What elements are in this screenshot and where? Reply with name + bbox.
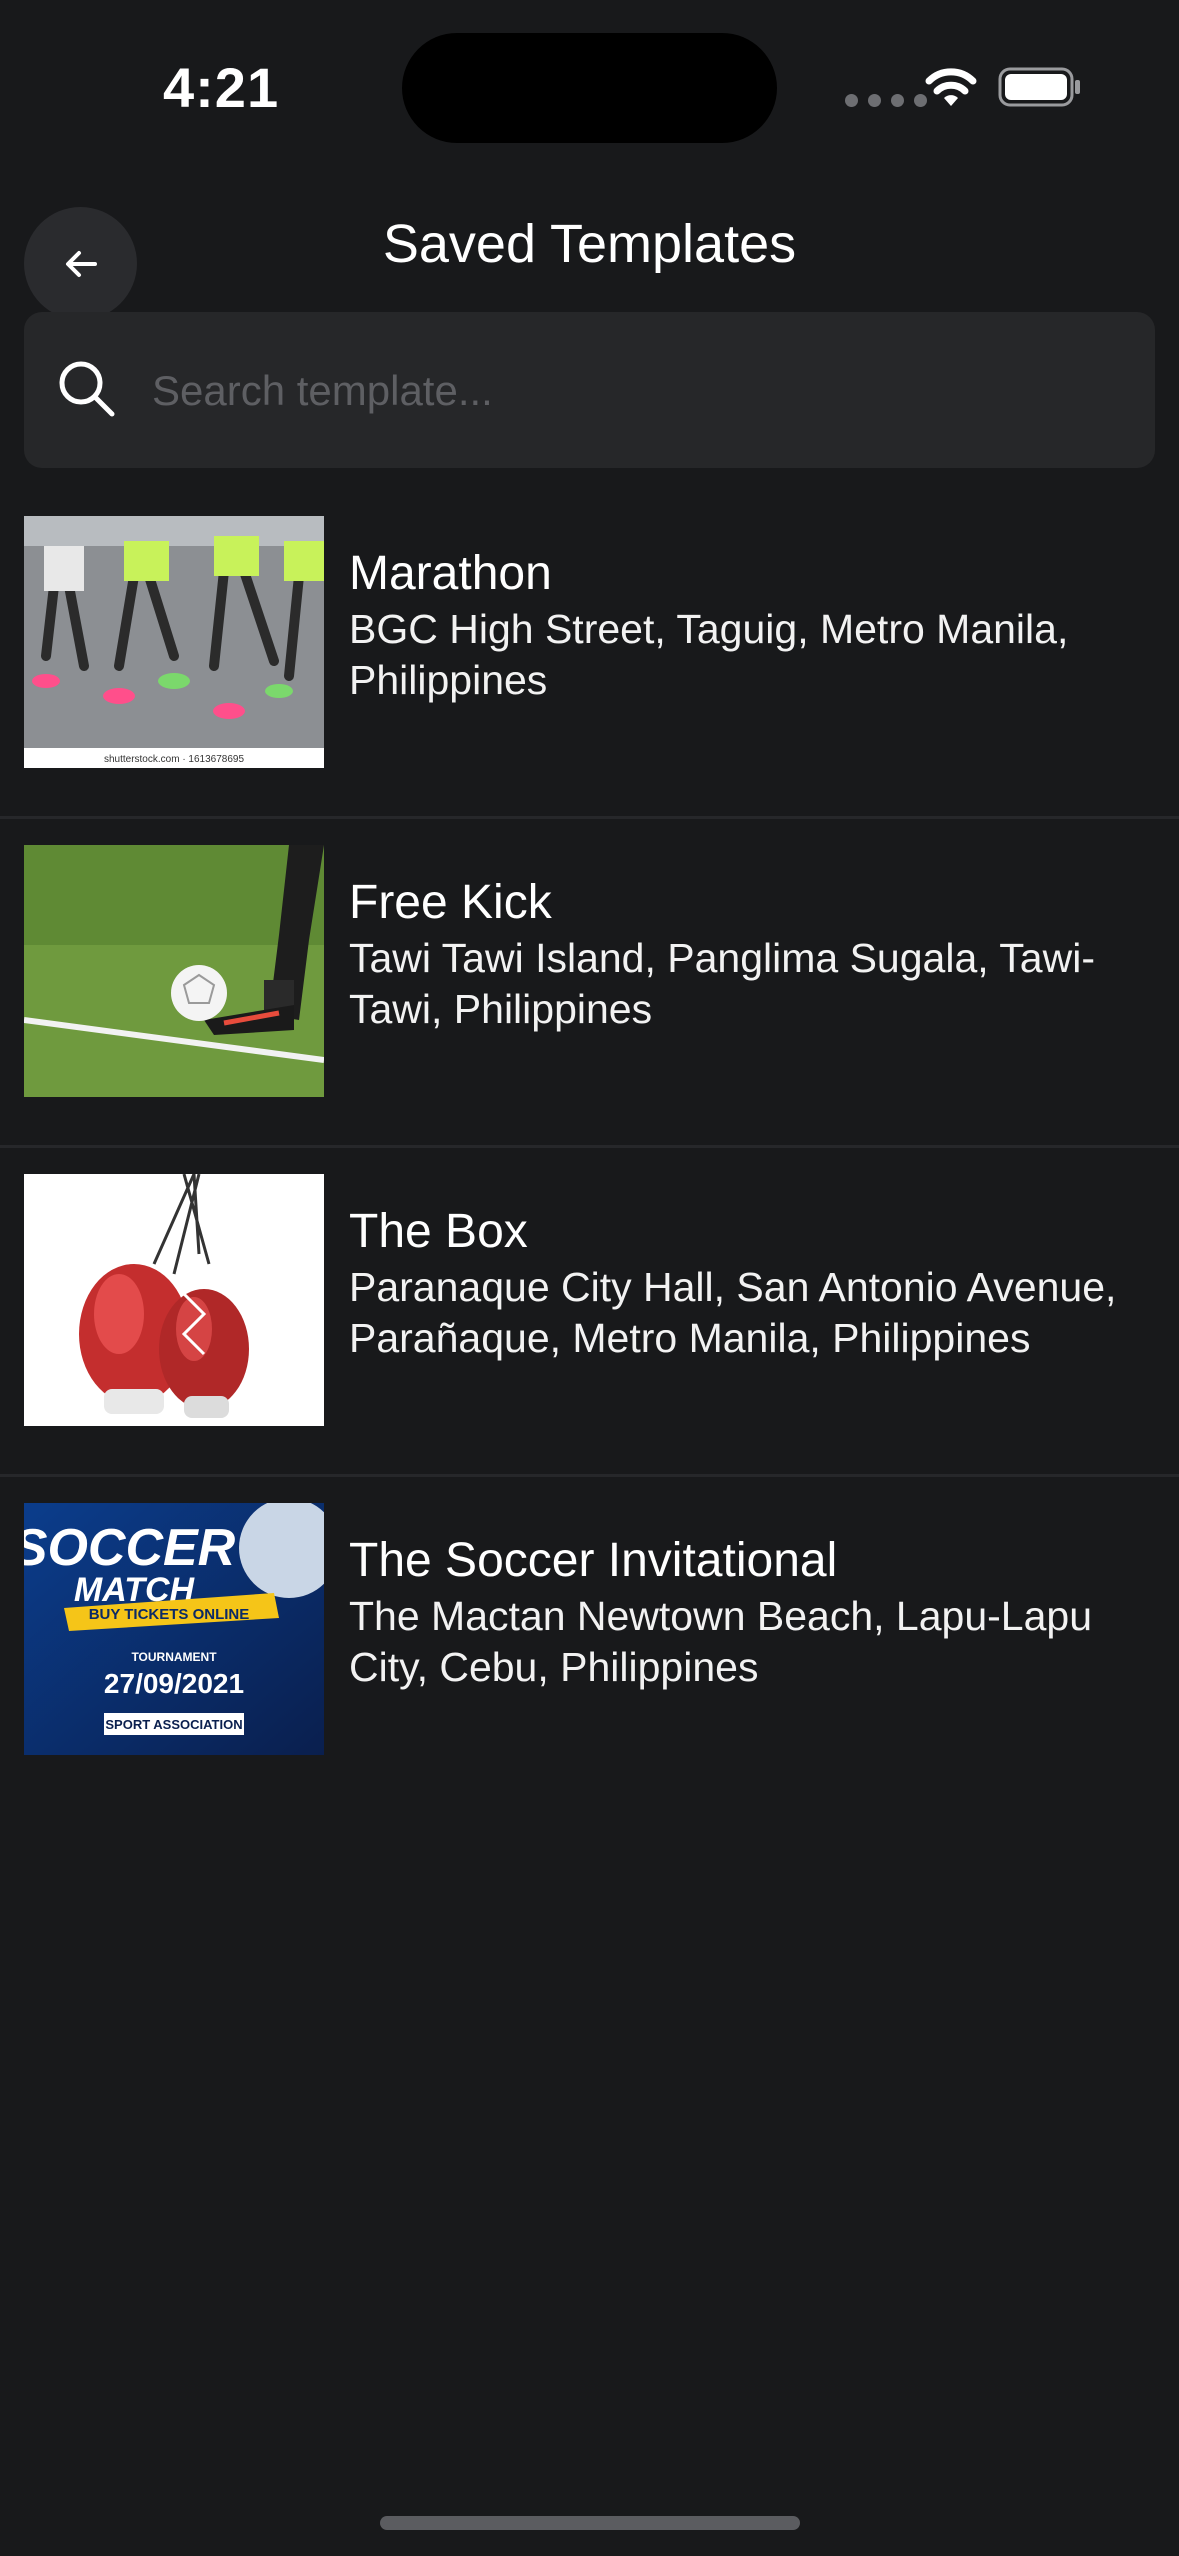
template-location: BGC High Street, Taguig, Metro Manila, P…: [349, 606, 1069, 703]
page-title: Saved Templates: [382, 214, 797, 274]
template-location: The Mactan Newtown Beach, Lapu-Lapu City…: [349, 1593, 1093, 1690]
search-bar[interactable]: [24, 312, 1155, 468]
search-icon: [59, 361, 115, 417]
template-title: The Soccer Invitational: [349, 1534, 838, 1587]
template-text: Free Kick Tawi Tawi Island, Panglima Sug…: [349, 875, 1159, 1035]
poster-org: SPORT ASSOCIATION: [105, 1717, 242, 1732]
home-indicator[interactable]: [380, 2516, 800, 2530]
poster-date: 27/09/2021: [104, 1668, 244, 1699]
poster-label: TOURNAMENT: [131, 1650, 217, 1664]
template-location: Tawi Tawi Island, Panglima Sugala, Tawi-…: [349, 935, 1095, 1032]
wifi-icon: [925, 68, 977, 106]
search-input[interactable]: [150, 352, 1114, 430]
template-text: Marathon BGC High Street, Taguig, Metro …: [349, 546, 1159, 706]
poster-ribbon: BUY TICKETS ONLINE: [89, 1606, 250, 1623]
template-text: The Box Paranaque City Hall, San Antonio…: [349, 1204, 1159, 1364]
template-title: The Box: [349, 1205, 528, 1258]
template-title: Marathon: [349, 547, 552, 600]
marathon-thumbnail: shutterstock.com · 1613678695: [24, 516, 324, 768]
template-title: Free Kick: [349, 876, 552, 929]
template-location: Paranaque City Hall, San Antonio Avenue,…: [349, 1264, 1117, 1361]
navigation-header: Saved Templates: [0, 185, 1179, 320]
poster-headline-1: SOCCER: [24, 1519, 236, 1577]
template-item-free-kick[interactable]: Free Kick Tawi Tawi Island, Panglima Sug…: [0, 819, 1179, 1148]
status-time: 4:21: [163, 56, 280, 119]
template-item-soccer-invitational[interactable]: SOCCER MATCH BUY TICKETS ONLINE TOURNAME…: [0, 1477, 1179, 1803]
cellular-signal-icon: [845, 94, 927, 107]
template-text: The Soccer Invitational The Mactan Newto…: [349, 1533, 1159, 1693]
the-box-thumbnail: [24, 1174, 324, 1426]
template-list: shutterstock.com · 1613678695 Marathon B…: [0, 490, 1179, 1803]
soccer-invitational-thumbnail: SOCCER MATCH BUY TICKETS ONLINE TOURNAME…: [24, 1503, 324, 1755]
template-item-the-box[interactable]: The Box Paranaque City Hall, San Antonio…: [0, 1148, 1179, 1477]
dynamic-island: [402, 33, 777, 143]
battery-icon: [998, 67, 1080, 107]
marathon-thumb-caption: shutterstock.com · 1613678695: [104, 754, 245, 765]
free-kick-thumbnail: [24, 845, 324, 1097]
status-bar: 4:21: [0, 0, 1179, 175]
template-item-marathon[interactable]: shutterstock.com · 1613678695 Marathon B…: [0, 490, 1179, 819]
